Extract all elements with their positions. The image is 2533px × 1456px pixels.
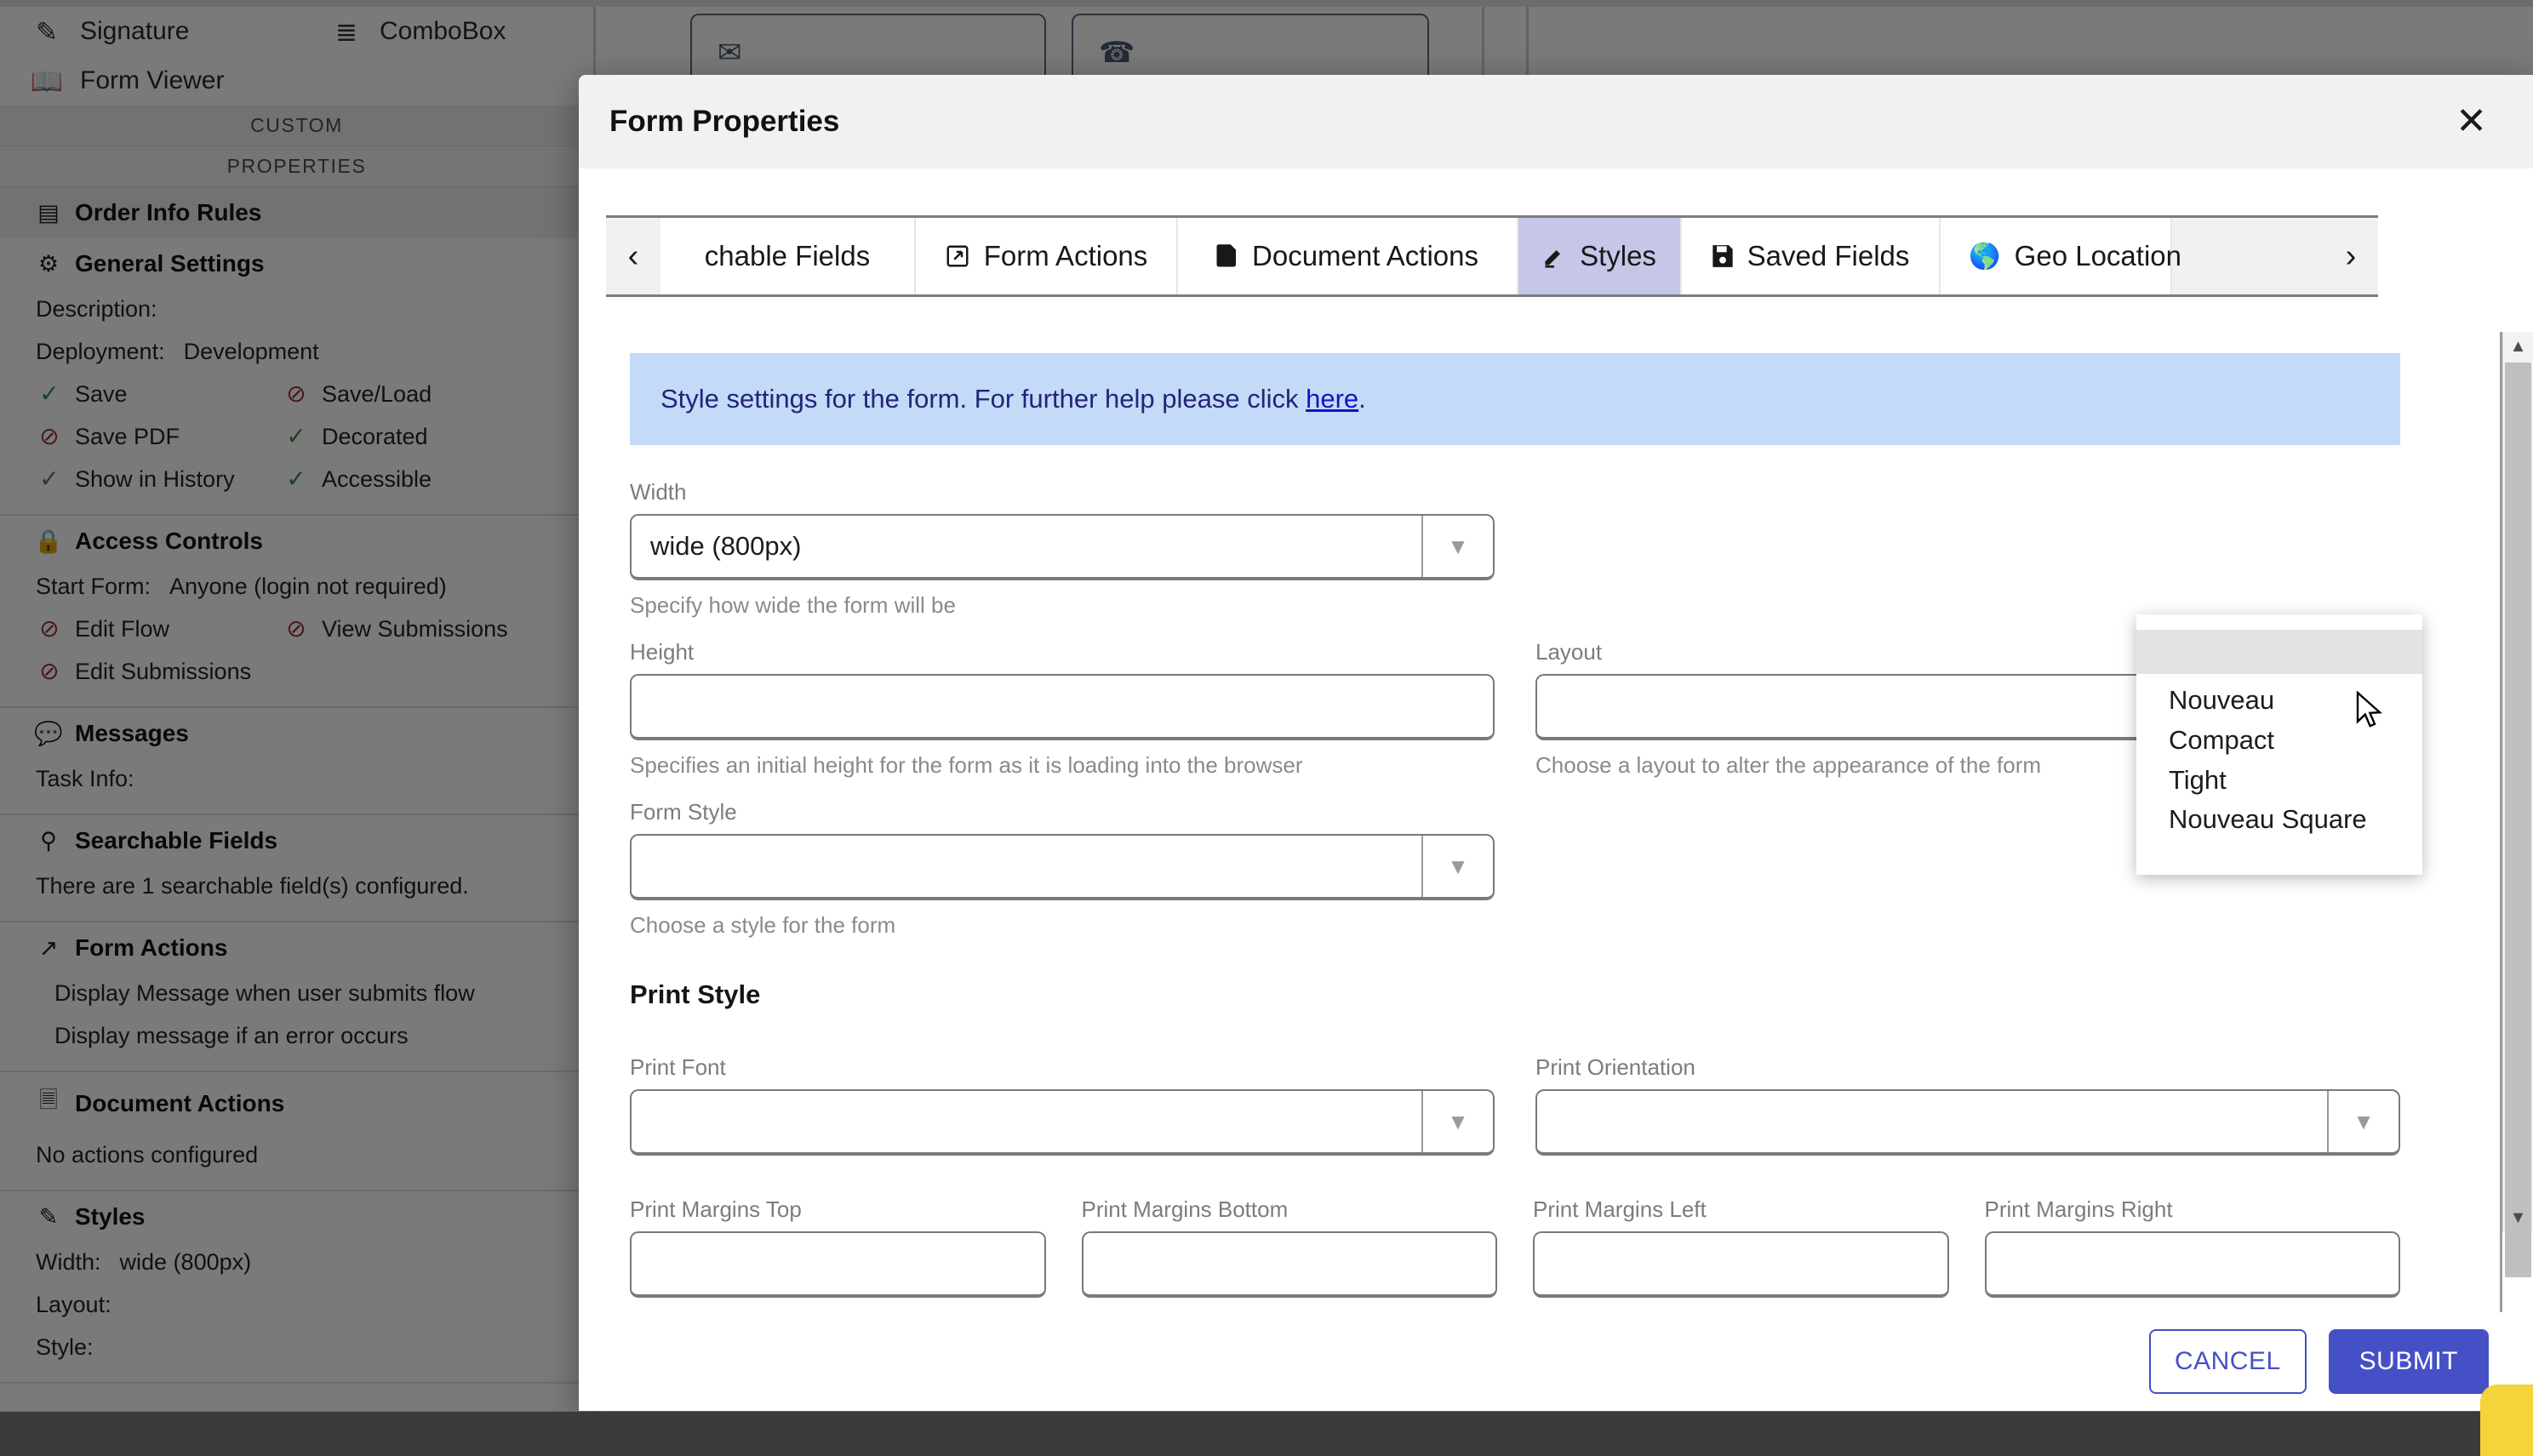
field-group-print-margin-top: Print Margins Top — [630, 1196, 1046, 1298]
tab-strip: ‹ chable Fields Form Actions Document Ac… — [606, 215, 2378, 297]
tab-label: chable Fields — [704, 240, 871, 271]
print-orientation-label: Print Orientation — [1535, 1054, 1695, 1080]
corner-badge — [2480, 1385, 2533, 1456]
info-banner-suffix: . — [1358, 384, 1366, 414]
info-banner: Style settings for the form. For further… — [630, 353, 2400, 445]
layout-dropdown-menu[interactable]: Nouveau Compact Tight Nouveau Square — [2136, 614, 2422, 875]
tab-label: Document Actions — [1252, 240, 1478, 271]
field-group-print-margin-right: Print Margins Right — [1984, 1196, 2400, 1298]
field-group-height: Height Specifies an initial height for t… — [630, 639, 1495, 779]
chevron-down-icon[interactable]: ▼ — [1421, 1091, 1493, 1152]
width-value: wide (800px) — [650, 531, 802, 561]
content-scrollbar[interactable]: ▲ ▼ — [2502, 332, 2533, 1277]
tab-geo-location[interactable]: 🌎 Geo Location — [1941, 218, 2181, 294]
print-margin-top-label: Print Margins Top — [630, 1196, 802, 1222]
tab-document-actions[interactable]: Document Actions — [1178, 218, 1518, 294]
form-style-help: Choose a style for the form — [630, 912, 896, 938]
form-style-select[interactable]: ▼ — [630, 834, 1495, 900]
width-select[interactable]: wide (800px) ▼ — [630, 514, 1495, 580]
tab-styles[interactable]: Styles — [1518, 218, 1682, 294]
print-margin-left-input[interactable] — [1533, 1231, 1949, 1298]
dialog-title: Form Properties — [609, 105, 840, 138]
tab-label: Styles — [1580, 240, 1656, 271]
info-banner-text: Style settings for the form. For further… — [660, 384, 1307, 414]
height-input[interactable] — [630, 674, 1495, 740]
print-margin-right-label: Print Margins Right — [1984, 1196, 2173, 1222]
row-height-layout: Height Specifies an initial height for t… — [630, 639, 2400, 779]
save-icon — [1712, 244, 1734, 268]
chevron-down-icon[interactable]: ▼ — [2327, 1091, 2399, 1152]
print-font-label: Print Font — [630, 1054, 726, 1080]
help-link[interactable]: here — [1306, 384, 1358, 414]
chevron-right-icon[interactable]: › — [2324, 218, 2378, 294]
pencil-icon — [1542, 244, 1566, 268]
triangle-down-icon[interactable]: ▼ — [2503, 1203, 2533, 1232]
tab-label: Form Actions — [983, 240, 1148, 271]
field-group-width: Width wide (800px) ▼ Specify how wide th… — [630, 479, 1515, 619]
external-link-icon — [945, 243, 970, 269]
scrollbar-thumb[interactable] — [2505, 363, 2531, 1277]
print-margin-left-label: Print Margins Left — [1533, 1196, 1707, 1222]
app-bottom-bar — [0, 1412, 2533, 1456]
width-label: Width — [630, 479, 687, 505]
print-margin-bottom-label: Print Margins Bottom — [1081, 1196, 1289, 1222]
chevron-left-icon[interactable]: ‹ — [606, 218, 660, 294]
triangle-up-icon[interactable]: ▲ — [2503, 332, 2533, 361]
print-orientation-select[interactable]: ▼ — [1535, 1089, 2400, 1156]
submit-button[interactable]: SUBMIT — [2328, 1329, 2489, 1394]
dropdown-empty-option[interactable] — [2136, 630, 2422, 674]
field-group-form-style: Form Style ▼ Choose a style for the form — [630, 799, 1515, 939]
chevron-down-icon[interactable]: ▼ — [1421, 516, 1493, 577]
globe-icon: 🌎 — [1969, 242, 2001, 271]
tab-label: Saved Fields — [1747, 240, 1910, 271]
field-group-print-margin-bottom: Print Margins Bottom — [1081, 1196, 1497, 1298]
tab-scroller: chable Fields Form Actions Document Acti… — [660, 218, 2324, 294]
width-help: Specify how wide the form will be — [630, 592, 956, 618]
print-style-heading: Print Style — [630, 979, 761, 1009]
tab-label: Geo Location — [2014, 240, 2181, 272]
print-margin-right-input[interactable] — [1984, 1231, 2400, 1298]
height-label: Height — [630, 639, 695, 665]
field-group-print-margin-left: Print Margins Left — [1533, 1196, 1949, 1298]
chevron-down-icon[interactable]: ▼ — [1421, 836, 1493, 897]
field-group-print-font: Print Font ▼ — [630, 1054, 1495, 1156]
height-help: Specifies an initial height for the form… — [630, 752, 1303, 778]
dialog-footer: CANCEL SUBMIT — [579, 1312, 2533, 1411]
dropdown-spacer — [2136, 614, 2422, 630]
tab-saved-fields[interactable]: Saved Fields — [1682, 218, 1941, 294]
tab-searchable-fields[interactable]: chable Fields — [660, 218, 916, 294]
form-style-label: Form Style — [630, 799, 737, 825]
cancel-button[interactable]: CANCEL — [2148, 1329, 2307, 1394]
document-icon — [1216, 243, 1238, 269]
row-print-font-orientation: Print Font ▼ Print Orientation ▼ — [630, 1054, 2400, 1156]
close-icon[interactable]: ✕ — [2447, 100, 2496, 144]
tab-form-actions[interactable]: Form Actions — [916, 218, 1178, 294]
row-print-margins: Print Margins Top Print Margins Bottom P… — [630, 1196, 2400, 1298]
dialog-header: Form Properties ✕ — [579, 75, 2533, 168]
print-margin-top-input[interactable] — [630, 1231, 1046, 1298]
field-group-print-orientation: Print Orientation ▼ — [1535, 1054, 2400, 1156]
print-font-select[interactable]: ▼ — [630, 1089, 1495, 1156]
print-margin-bottom-input[interactable] — [1081, 1231, 1497, 1298]
dropdown-option-tight[interactable]: Tight — [2136, 761, 2422, 801]
dropdown-option-nouveau-square[interactable]: Nouveau Square — [2136, 800, 2422, 840]
